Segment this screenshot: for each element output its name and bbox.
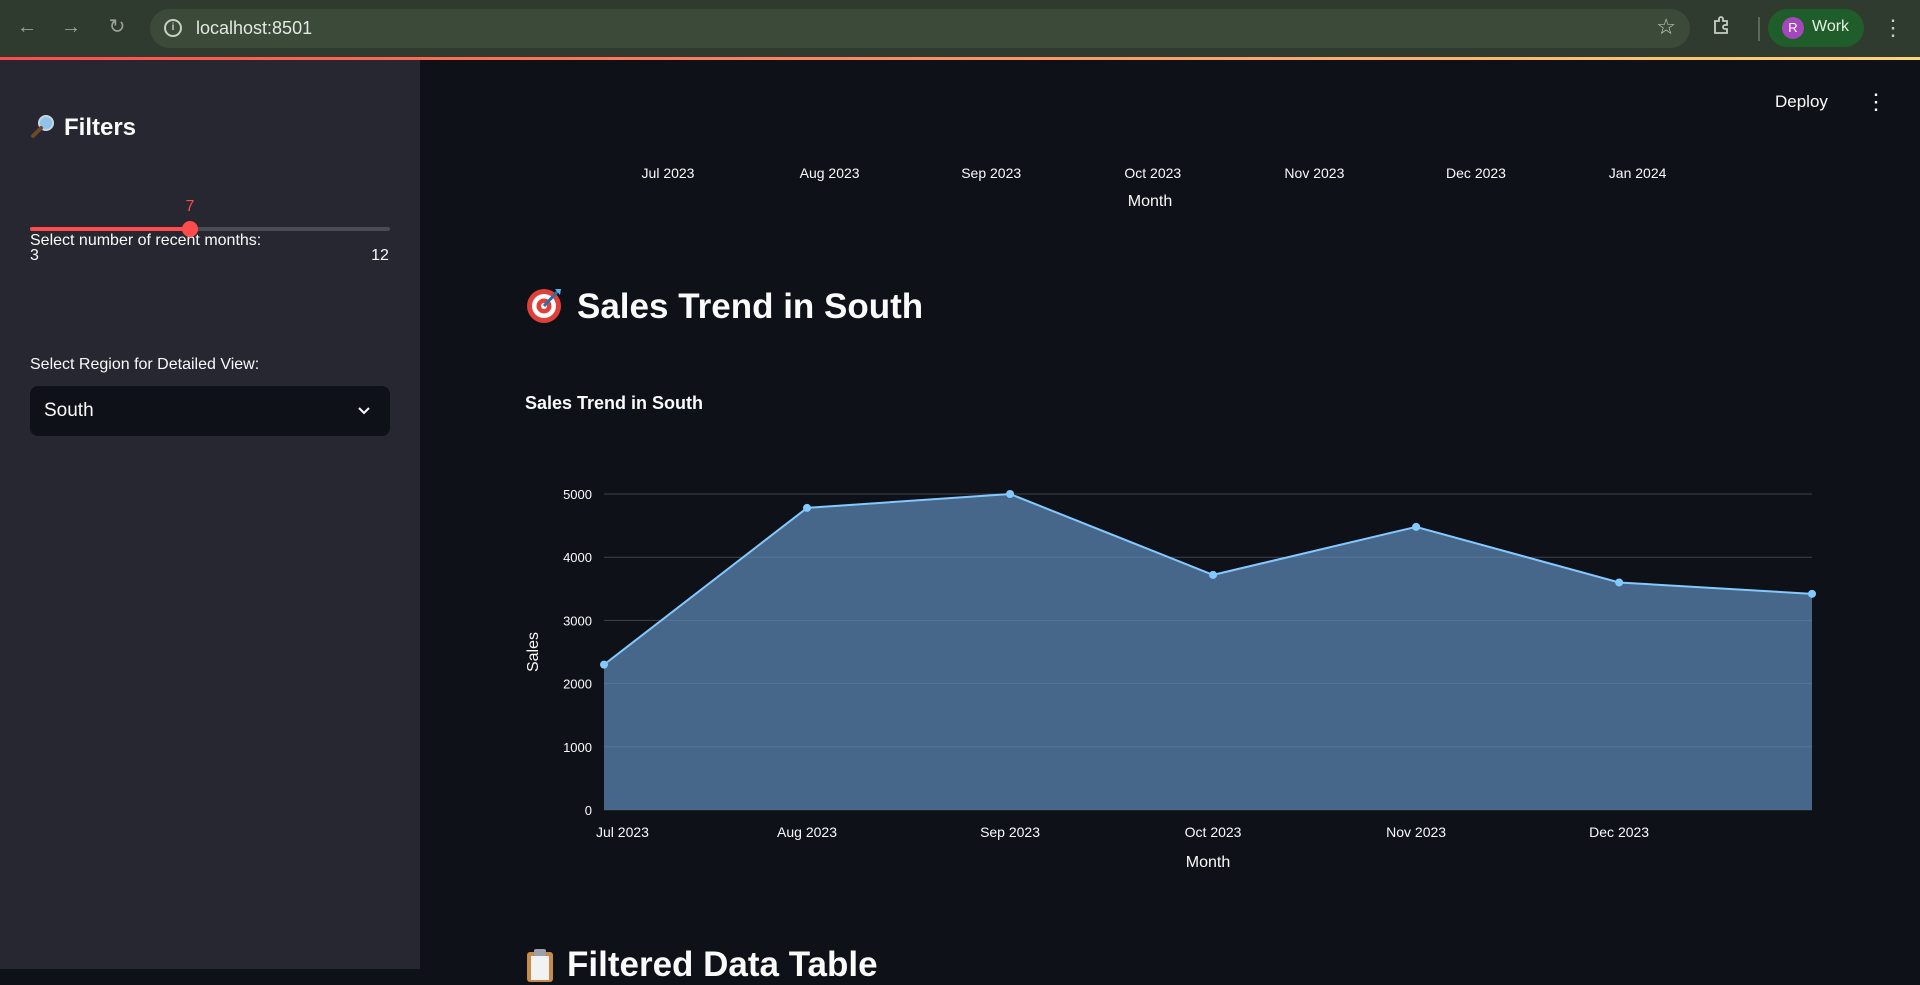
region-select[interactable]: South xyxy=(30,386,390,436)
sidebar xyxy=(0,60,420,969)
x-tick-label: Dec 2023 xyxy=(1589,824,1649,840)
slider-label: Select number of recent months: xyxy=(30,232,262,249)
data-point xyxy=(1615,578,1624,587)
top-chart-tick: Aug 2023 xyxy=(799,165,860,181)
magnifier-icon xyxy=(31,115,54,138)
y-tick-label: 5000 xyxy=(563,487,592,502)
y-axis-label: Sales xyxy=(525,632,542,672)
top-chart-tick: Jan 2024 xyxy=(1608,165,1667,181)
area-fill xyxy=(604,494,1812,810)
deploy-button[interactable]: Deploy xyxy=(1775,92,1828,112)
extensions-icon[interactable] xyxy=(1712,15,1732,35)
next-section-heading: Filtered Data Table xyxy=(525,945,878,985)
sidebar-title-text: Filters xyxy=(64,114,137,141)
chevron-down-icon xyxy=(358,407,370,415)
site-info-icon[interactable]: i xyxy=(164,19,182,37)
avatar: R xyxy=(1782,17,1804,39)
region-select-value: South xyxy=(44,400,94,421)
months-slider[interactable] xyxy=(30,221,390,237)
slider-fill xyxy=(30,227,190,231)
browser-toolbar: ← → ↻ i localhost:8501 ☆ R Work ⋮ xyxy=(0,0,1920,57)
url-text[interactable]: localhost:8501 xyxy=(196,18,312,39)
data-point xyxy=(1209,570,1218,579)
top-chart-tick: Dec 2023 xyxy=(1446,165,1506,181)
slider-max: 12 xyxy=(371,247,389,264)
slider-thumb[interactable] xyxy=(182,221,198,237)
region-select-label: Select Region for Detailed View: xyxy=(30,356,260,373)
address-bar[interactable]: i localhost:8501 ☆ xyxy=(150,9,1690,48)
reload-icon[interactable]: ↻ xyxy=(104,14,130,40)
data-point xyxy=(1808,589,1816,598)
browser-menu-icon[interactable]: ⋮ xyxy=(1882,14,1904,42)
top-chart-tick: Nov 2023 xyxy=(1284,165,1345,181)
bookmark-star-icon[interactable]: ☆ xyxy=(1656,14,1676,40)
top-chart-tick: Oct 2023 xyxy=(1124,165,1182,181)
x-axis-label: Month xyxy=(1186,854,1230,871)
profile-label: Work xyxy=(1812,18,1850,35)
clipboard-icon xyxy=(527,949,553,982)
next-section-heading-text: Filtered Data Table xyxy=(567,945,878,984)
top-chart-xlabel: Month xyxy=(1127,193,1173,210)
x-tick-label: Oct 2023 xyxy=(1185,824,1242,840)
data-point xyxy=(1412,522,1421,531)
data-point xyxy=(600,660,608,669)
section-heading: Sales Trend in South xyxy=(525,286,923,327)
y-tick-label: 2000 xyxy=(563,677,592,692)
target-icon xyxy=(527,289,561,323)
y-tick-label: 3000 xyxy=(563,613,592,628)
y-tick-label: 4000 xyxy=(563,550,592,565)
y-tick-label: 1000 xyxy=(563,740,592,755)
data-point xyxy=(1006,490,1015,498)
toolbar-divider xyxy=(1758,17,1760,41)
x-tick-label: Sep 2023 xyxy=(980,824,1040,840)
slider-min: 3 xyxy=(30,247,39,264)
back-icon[interactable]: ← xyxy=(14,14,40,40)
top-chart-tick: Sep 2023 xyxy=(961,165,1022,181)
top-chart-tick: Jul 2023 xyxy=(641,165,695,181)
sales-area-chart: 0 1000 2000 3000 4000 5000 Jul 2023 Aug 2023 Sep… xyxy=(525,487,1816,871)
data-point xyxy=(803,503,812,512)
x-tick-label: Jul 2023 xyxy=(596,824,649,840)
y-tick-label: 0 xyxy=(585,803,592,818)
x-tick-label: Aug 2023 xyxy=(777,824,837,840)
sidebar-title: Filters xyxy=(30,113,136,142)
slider-value: 7 xyxy=(185,198,195,215)
profile-button[interactable]: R Work xyxy=(1768,9,1864,47)
section-heading-text: Sales Trend in South xyxy=(577,287,924,326)
x-tick-label: Nov 2023 xyxy=(1386,824,1446,840)
app-menu-icon[interactable]: ⋮ xyxy=(1865,90,1887,114)
chart-title: Sales Trend in South xyxy=(525,393,704,413)
forward-icon[interactable]: → xyxy=(58,14,84,40)
